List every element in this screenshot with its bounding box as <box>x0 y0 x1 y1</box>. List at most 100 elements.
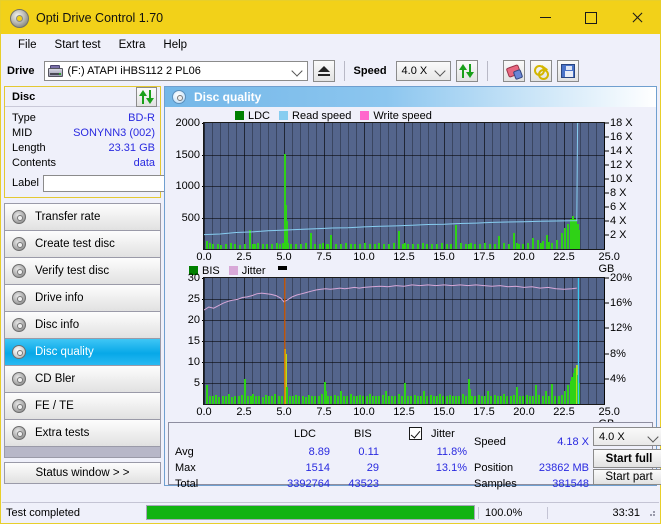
y-tick-label: 500 <box>181 211 200 224</box>
sidebar-item-transfer-rate[interactable]: Transfer rate <box>5 204 160 231</box>
speed-select-value: 4.0 X <box>401 65 428 77</box>
disc-icon <box>12 209 27 225</box>
keys-icon <box>533 64 549 80</box>
y-tick-label: 2000 <box>175 117 200 129</box>
pane-header: Disc quality <box>165 87 656 107</box>
x-tick-label: 2.5 <box>236 251 252 263</box>
x-tick-label: 15.0 <box>433 251 455 263</box>
bottom-chart-x-axis: 0.0 2.5 5.0 7.5 10.0 12.5 15.0 17.5 20.0 22.5 25.0… <box>196 405 654 430</box>
menu-help[interactable]: Help <box>154 37 196 53</box>
start-part-button[interactable]: Start part <box>593 469 661 485</box>
speed-select[interactable]: 4.0 X <box>395 61 451 81</box>
keys-button[interactable] <box>529 60 552 82</box>
menu-start-test[interactable]: Start test <box>46 37 110 53</box>
y2-tick-label: 6 X <box>610 201 627 213</box>
sidebar-item-create-test-disc[interactable]: Create test disc <box>5 231 160 258</box>
drive-select[interactable]: (F:) ATAPI iHBS112 2 PL06 <box>43 61 308 81</box>
y-tick-label: 1500 <box>175 148 200 161</box>
erase-button[interactable] <box>502 60 525 82</box>
refresh-icon <box>139 89 154 104</box>
eject-button[interactable] <box>312 60 335 82</box>
speed-label: Speed <box>353 65 387 77</box>
top-chart-x-axis: 0.0 2.5 5.0 7.5 10.0 12.5 15.0 17.5 20.0 22.5 25.0… <box>196 250 654 275</box>
sidebar-item-fe-te[interactable]: FE / TE <box>5 393 160 420</box>
top-chart-plot[interactable] <box>203 122 605 250</box>
sidebar-item-label: FE / TE <box>35 400 74 412</box>
y2-tick-label: 18 X <box>610 117 633 129</box>
y2-tick-label: 16% <box>610 297 633 310</box>
x-tick-label: 15.0 <box>433 406 455 418</box>
stats-row-max-bis: 29 <box>366 462 379 474</box>
y-tick-label: 20 <box>187 314 200 326</box>
charts-area: LDC Read speed Write speed 2000 1500 1000 5… <box>165 107 656 431</box>
minimize-button[interactable] <box>522 1 568 34</box>
status-window-button[interactable]: Status window > > <box>4 462 161 484</box>
menu-bar: File Start test Extra Help <box>1 34 660 56</box>
y2-tick-label: 12% <box>610 322 633 335</box>
x-tick-label: 17.5 <box>473 406 495 418</box>
position-stat-label: Position <box>474 462 514 474</box>
start-full-button[interactable]: Start full <box>593 449 661 468</box>
progress-percent: 100.0% <box>478 506 547 519</box>
stats-row-max-ldc: 1514 <box>305 462 330 474</box>
chevron-down-icon <box>647 431 659 443</box>
eject-icon <box>317 66 330 72</box>
stats-row-avg-bis: 0.11 <box>358 446 379 458</box>
menu-file[interactable]: File <box>9 37 46 53</box>
x-tick-label: 17.5 <box>473 251 495 263</box>
stats-row-max-jitter: 13.1% <box>435 462 467 474</box>
chevron-down-icon <box>433 65 446 77</box>
disc-row-length: Length 23.31 GB <box>12 140 155 155</box>
y2-tick-label: 16 X <box>610 131 633 143</box>
refresh-icon <box>459 64 475 78</box>
test-speed-select[interactable]: 4.0 X <box>593 427 661 446</box>
resize-grip-icon[interactable] <box>647 508 657 518</box>
disc-info-rows: Type BD-R MID SONYNN3 (002) Length 23.31… <box>5 107 251 197</box>
sidebar-item-label: Verify test disc <box>35 265 110 277</box>
close-button[interactable] <box>614 1 660 34</box>
sidebar-item-disc-quality[interactable]: Disc quality <box>5 339 160 366</box>
disc-panel-header: Disc <box>5 86 160 107</box>
legend-swatch-ldc <box>235 111 244 120</box>
status-text: Test completed <box>6 506 80 519</box>
bottom-chart-legend: BIS Jitter <box>167 264 654 277</box>
y-tick-label: 5 <box>193 377 200 389</box>
x-tick-label: 10.0 <box>353 251 375 263</box>
save-button[interactable] <box>556 60 579 82</box>
sidebar-item-verify-test-disc[interactable]: Verify test disc <box>5 258 160 285</box>
y2-tick-label: 10 X <box>610 173 633 185</box>
y-tick-label: 10 <box>187 356 200 368</box>
sidebar-item-disc-info[interactable]: Disc info <box>5 312 160 339</box>
disc-label-key: Label <box>12 177 39 189</box>
x-tick-label: 7.5 <box>316 251 332 263</box>
title-bar: Opti Drive Control 1.70 <box>1 1 660 34</box>
eraser-icon <box>505 63 523 80</box>
refresh-button[interactable] <box>455 60 478 82</box>
bottom-chart: 30 25 20 15 10 5 20% 16% 12% 8% 4% <box>167 272 654 405</box>
sidebar-item-cd-bler[interactable]: CD Bler <box>5 366 160 393</box>
bottom-chart-plot[interactable] <box>203 277 605 405</box>
disc-label-row: Label <box>12 173 251 193</box>
x-tick-label: 0.0 <box>196 406 212 418</box>
status-bar: Test completed 100.0% 33:31 <box>2 502 659 522</box>
y2-tick-label: 8 X <box>610 187 627 199</box>
floppy-save-icon <box>560 64 575 78</box>
x-tick-label: 10.0 <box>353 406 375 418</box>
legend-label-write-speed: Write speed <box>373 109 432 122</box>
window-title: Opti Drive Control 1.70 <box>36 10 164 25</box>
jitter-checkbox[interactable] <box>409 427 422 440</box>
legend-label-ldc: LDC <box>248 109 271 122</box>
progress-bar <box>146 505 475 520</box>
sidebar-nav: Transfer rate Create test disc Verify te… <box>4 203 161 447</box>
x-tick-label: 5.0 <box>276 406 292 418</box>
disc-icon <box>12 425 27 441</box>
menu-extra[interactable]: Extra <box>110 37 155 53</box>
maximize-button[interactable] <box>568 1 614 34</box>
disc-icon <box>12 344 27 360</box>
y2-tick-label: 4% <box>610 372 626 385</box>
sidebar-item-drive-info[interactable]: Drive info <box>5 285 160 312</box>
sidebar-item-extra-tests[interactable]: Extra tests <box>5 420 160 447</box>
disc-refresh-button[interactable] <box>136 86 157 107</box>
top-chart-legend: LDC Read speed Write speed <box>167 109 654 122</box>
y-tick-label: 25 <box>187 293 200 305</box>
